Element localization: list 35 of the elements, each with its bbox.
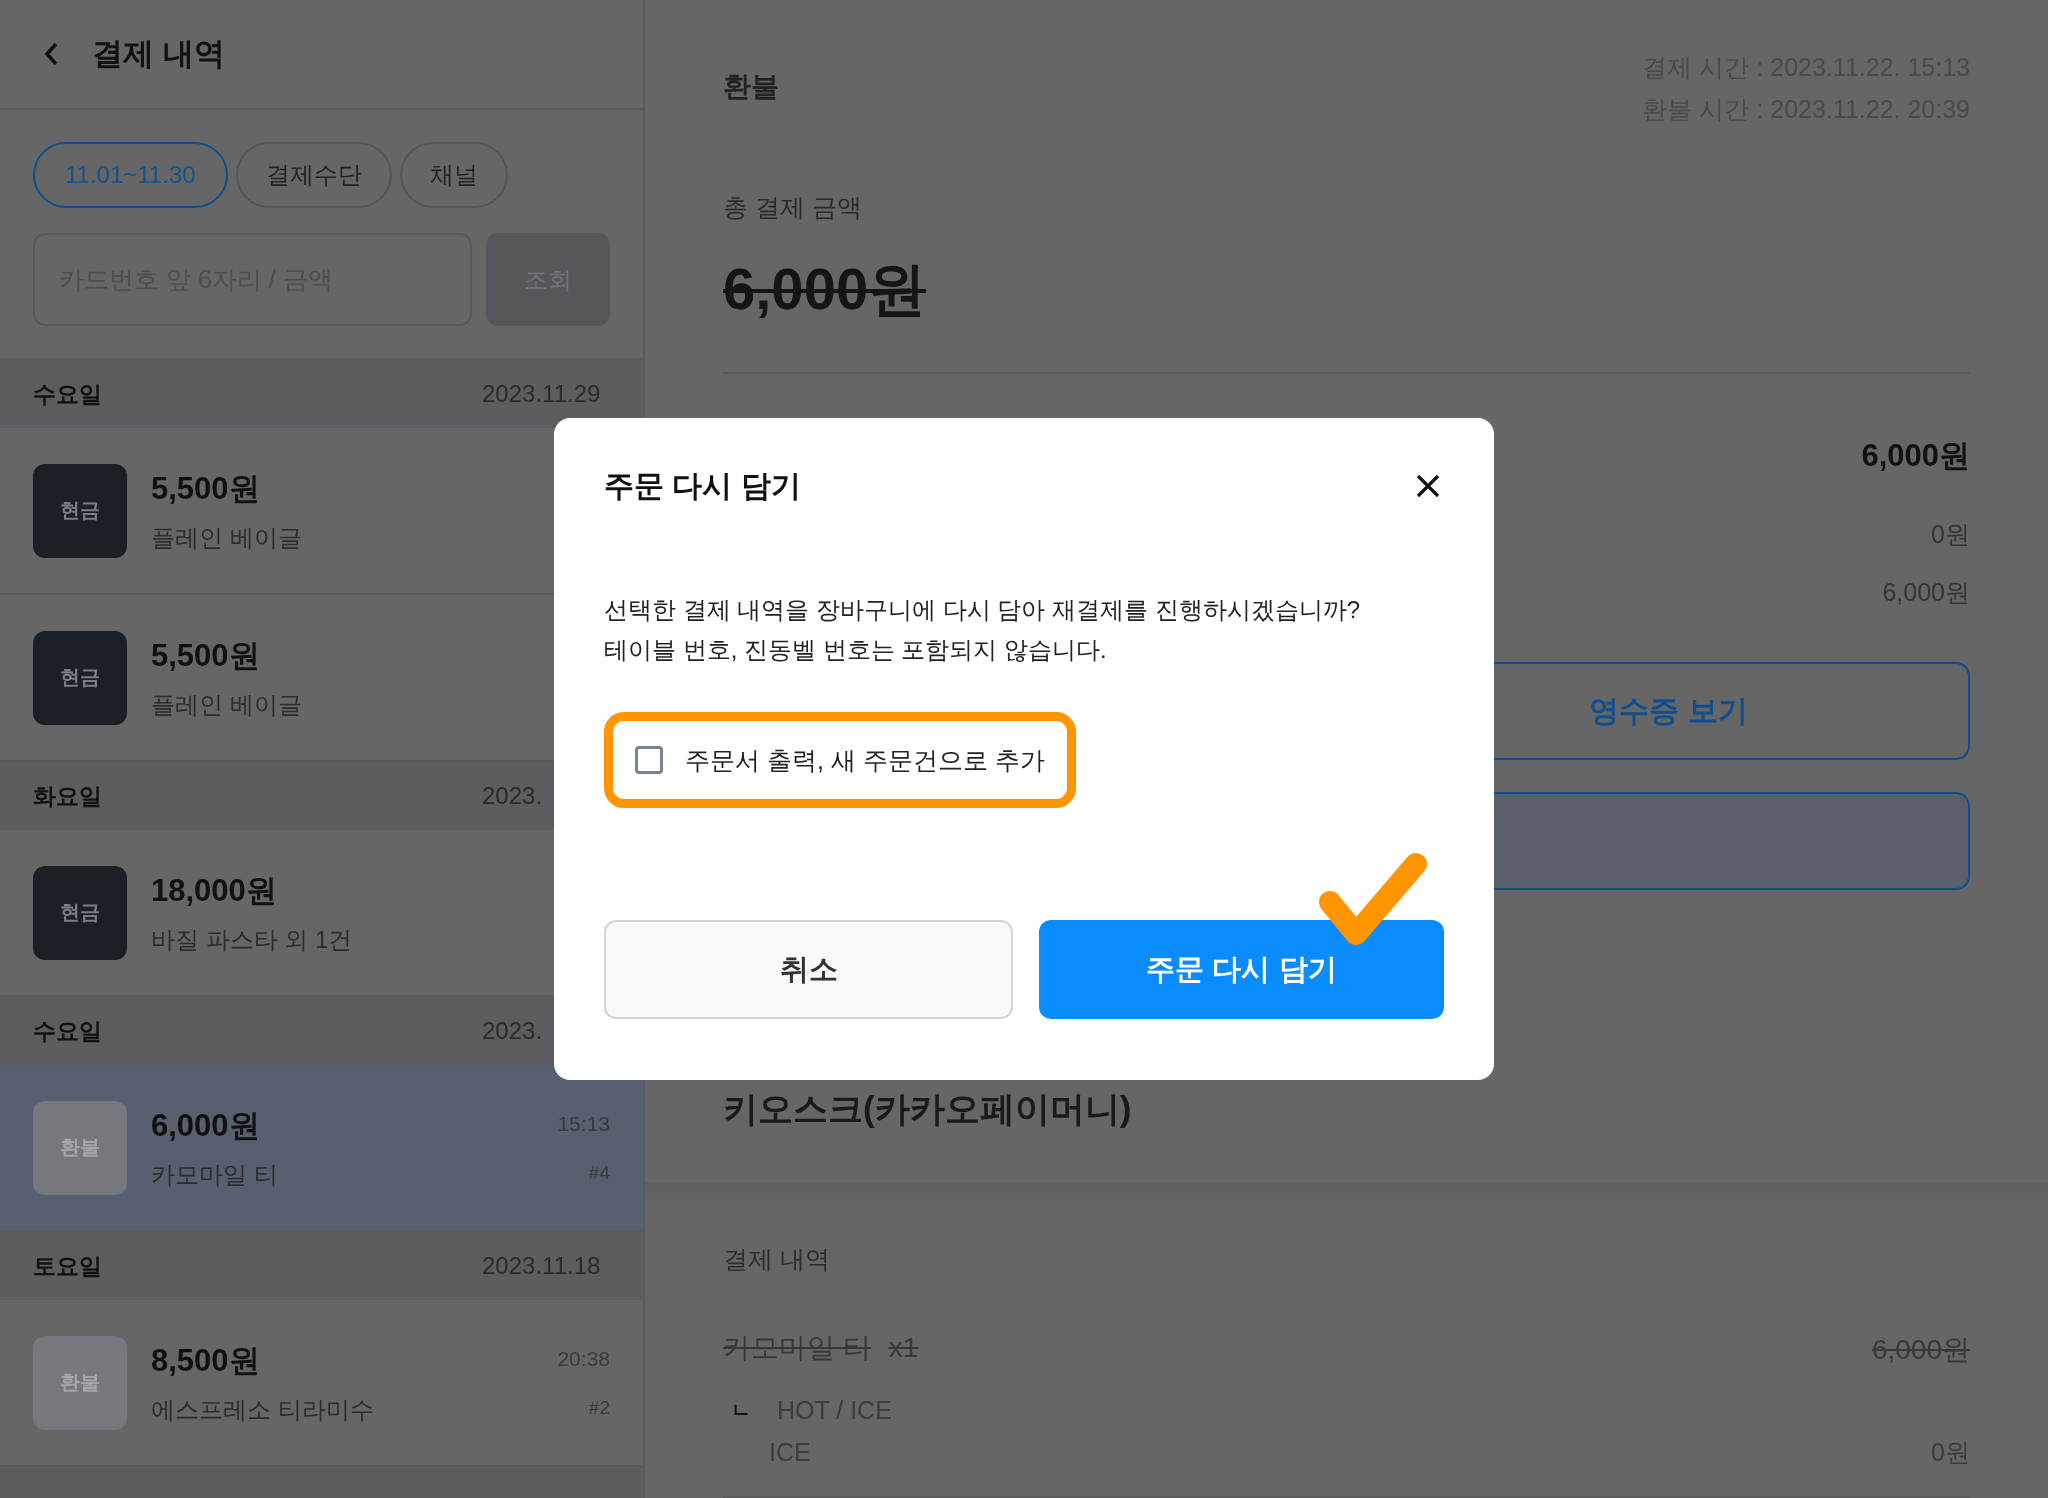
item-name: 카모마일 티: [151, 1159, 278, 1190]
item-name: 플레인 베이글: [151, 522, 302, 553]
payment-badge: 현금: [33, 463, 127, 558]
item-name: 바질 파스타 외 1건: [151, 924, 353, 955]
payment-amount: 8,500원: [151, 1341, 261, 1380]
checkbox[interactable]: [635, 746, 663, 774]
status-label: 환불: [723, 70, 779, 104]
weekday-label: 수요일: [33, 379, 102, 409]
payment-amount: 6,000원: [151, 1106, 261, 1145]
close-icon[interactable]: [1415, 473, 1441, 499]
payment-badge: 현금: [33, 865, 127, 960]
filter-chip[interactable]: 채널: [399, 142, 508, 208]
filter-chip[interactable]: 결제수단: [235, 142, 392, 208]
cancel-button[interactable]: 취소: [604, 920, 1013, 1019]
weekday-label: 화요일: [33, 781, 102, 811]
dialog-title: 주문 다시 담기: [604, 468, 801, 504]
checkbox-label[interactable]: 주문서 출력, 새 주문건으로 추가: [685, 743, 1045, 777]
section-title: 결제 내역: [723, 1244, 831, 1275]
weekday-label: 토요일: [33, 1251, 102, 1281]
dialog-message: 선택한 결제 내역을 장바구니에 다시 담아 재결제를 진행하시겠습니까? 테이블 번호, 진동벨 번호는 포함되지 않습니다.: [604, 595, 1362, 665]
payment-amount: 5,500원: [151, 636, 261, 675]
amount-value: 6,000원: [1861, 437, 1970, 475]
payment-badge: 현금: [33, 630, 127, 725]
weekday-label: 수요일: [33, 1016, 102, 1046]
total-amount: 6,000원: [723, 255, 927, 323]
total-label: 총 결제 금액: [723, 192, 863, 223]
payment-amount: 18,000원: [151, 871, 278, 910]
item-name: 플레인 베이글: [151, 689, 302, 720]
page-title: 결제 내역: [92, 35, 225, 73]
back-icon[interactable]: [44, 42, 58, 66]
confirm-button[interactable]: 주문 다시 담기: [1039, 920, 1444, 1019]
option-marker: ㄴ: [730, 1398, 752, 1423]
channel-label: 키오스크(카카오페이머니): [723, 1088, 1133, 1130]
item-name: 에스프레소 티라미수: [151, 1394, 374, 1425]
payment-amount: 5,500원: [151, 469, 261, 508]
